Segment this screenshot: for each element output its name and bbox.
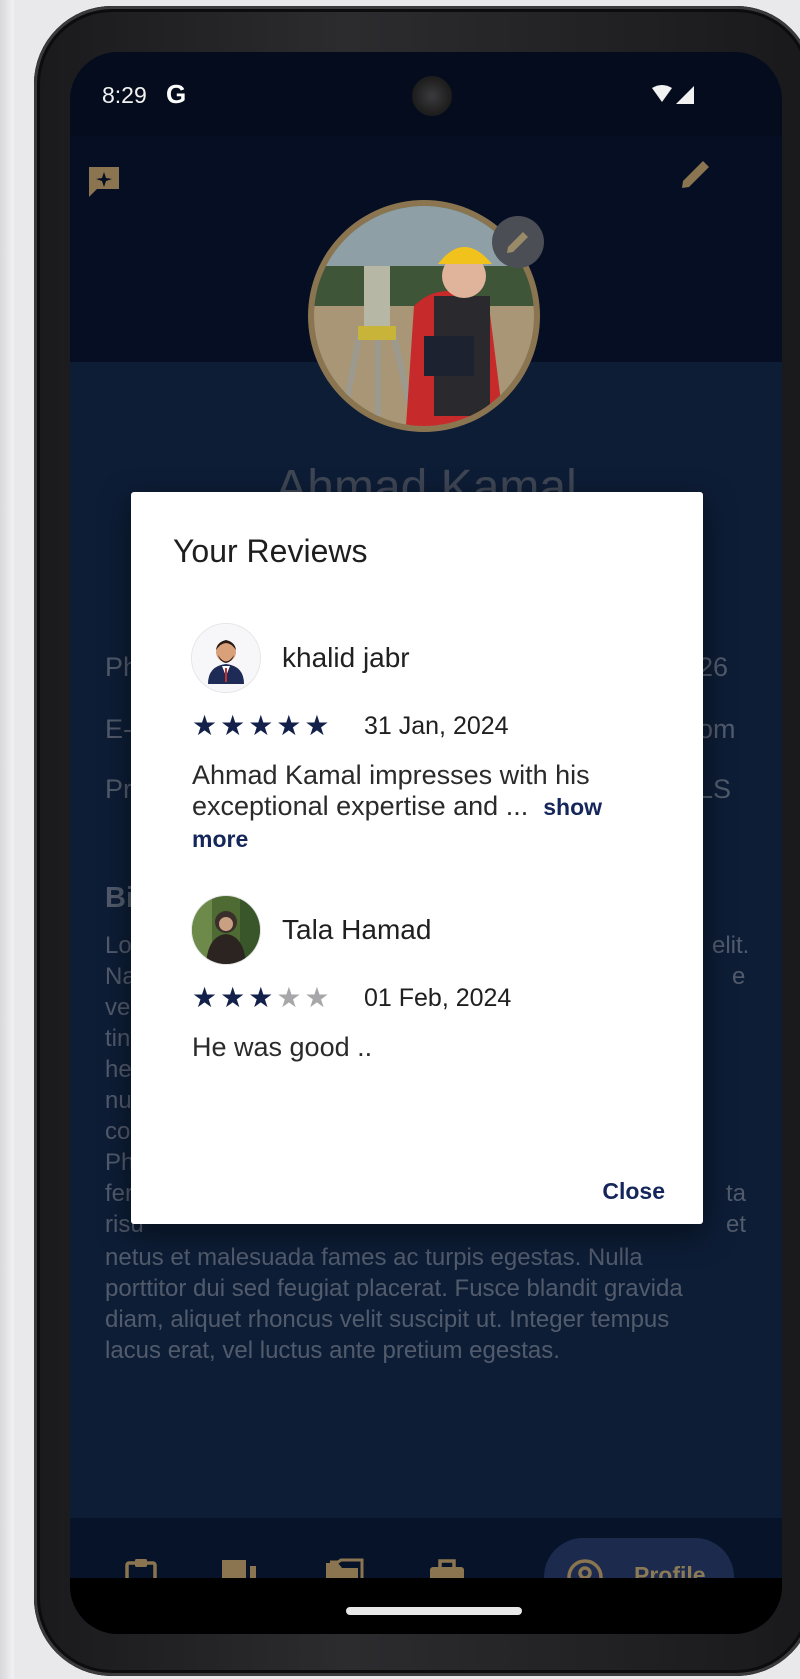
rating-stars-filled: ★★★★★ <box>192 710 333 741</box>
reviews-dialog: Your Reviews khalid jabr ★★★★★ 31 Jan, 2… <box>131 492 703 1224</box>
front-camera <box>412 76 452 116</box>
reviewer-name: Tala Hamad <box>282 914 432 945</box>
bio-fragment: e <box>732 963 746 990</box>
reviewer-name: khalid jabr <box>282 642 410 673</box>
bio-line: netus et malesuada fames ac turpis egest… <box>105 1244 643 1271</box>
review-text: He was good .. <box>192 1032 373 1062</box>
bio-fragment: fer <box>105 1180 134 1207</box>
google-g-icon: G <box>166 79 187 109</box>
rating-stars-filled: ★★★ <box>192 982 277 1013</box>
bio-fragment: et <box>726 1211 747 1238</box>
bio-line: diam, aliquet rhoncus velit suscipit ut.… <box>105 1306 670 1333</box>
email-value: om <box>698 714 736 744</box>
bio-fragment: tin <box>105 1025 131 1052</box>
avatar-edit-button[interactable] <box>492 216 544 268</box>
edit-pencil-icon[interactable] <box>678 156 714 192</box>
rating-stars: ★★★★★ <box>192 981 333 1014</box>
review-text: Ahmad Kamal impresses with his exception… <box>192 760 632 855</box>
bio-title: Bi <box>105 882 134 914</box>
status-bar: 8:29 G <box>70 52 782 136</box>
close-button[interactable]: Close <box>602 1178 665 1205</box>
bio-fragment: elit. <box>712 932 750 959</box>
dialog-title: Your Reviews <box>173 533 368 569</box>
reviewer-avatar <box>192 896 260 964</box>
rating-stars-empty: ★★ <box>276 982 333 1013</box>
review-date: 01 Feb, 2024 <box>364 984 512 1012</box>
pencil-icon <box>507 232 528 253</box>
bio-line: porttitor dui sed feugiat placerat. Fusc… <box>105 1275 683 1302</box>
bio-fragment: ta <box>726 1180 747 1207</box>
home-gesture-bar[interactable] <box>346 1607 522 1615</box>
bio-paragraph: netus et malesuada fames ac turpis egest… <box>105 1242 745 1366</box>
device-edge <box>0 0 14 1679</box>
rating-stars: ★★★★★ <box>192 709 333 742</box>
status-time: 8:29 <box>102 82 147 108</box>
review-body: Ahmad Kamal impresses with his exception… <box>192 760 590 821</box>
bio-line: lacus erat, vel luctus ante pretium eges… <box>105 1337 560 1364</box>
gesture-area <box>70 1578 782 1634</box>
feedback-icon[interactable] <box>86 164 122 200</box>
reviewer-avatar <box>192 624 260 692</box>
signal-wifi-icon <box>652 85 694 104</box>
review-date: 31 Jan, 2024 <box>364 712 509 740</box>
phone-screen: 8:29 G Ahmad Kamal Ph 26 E-M om Pri LS B… <box>70 52 782 1634</box>
